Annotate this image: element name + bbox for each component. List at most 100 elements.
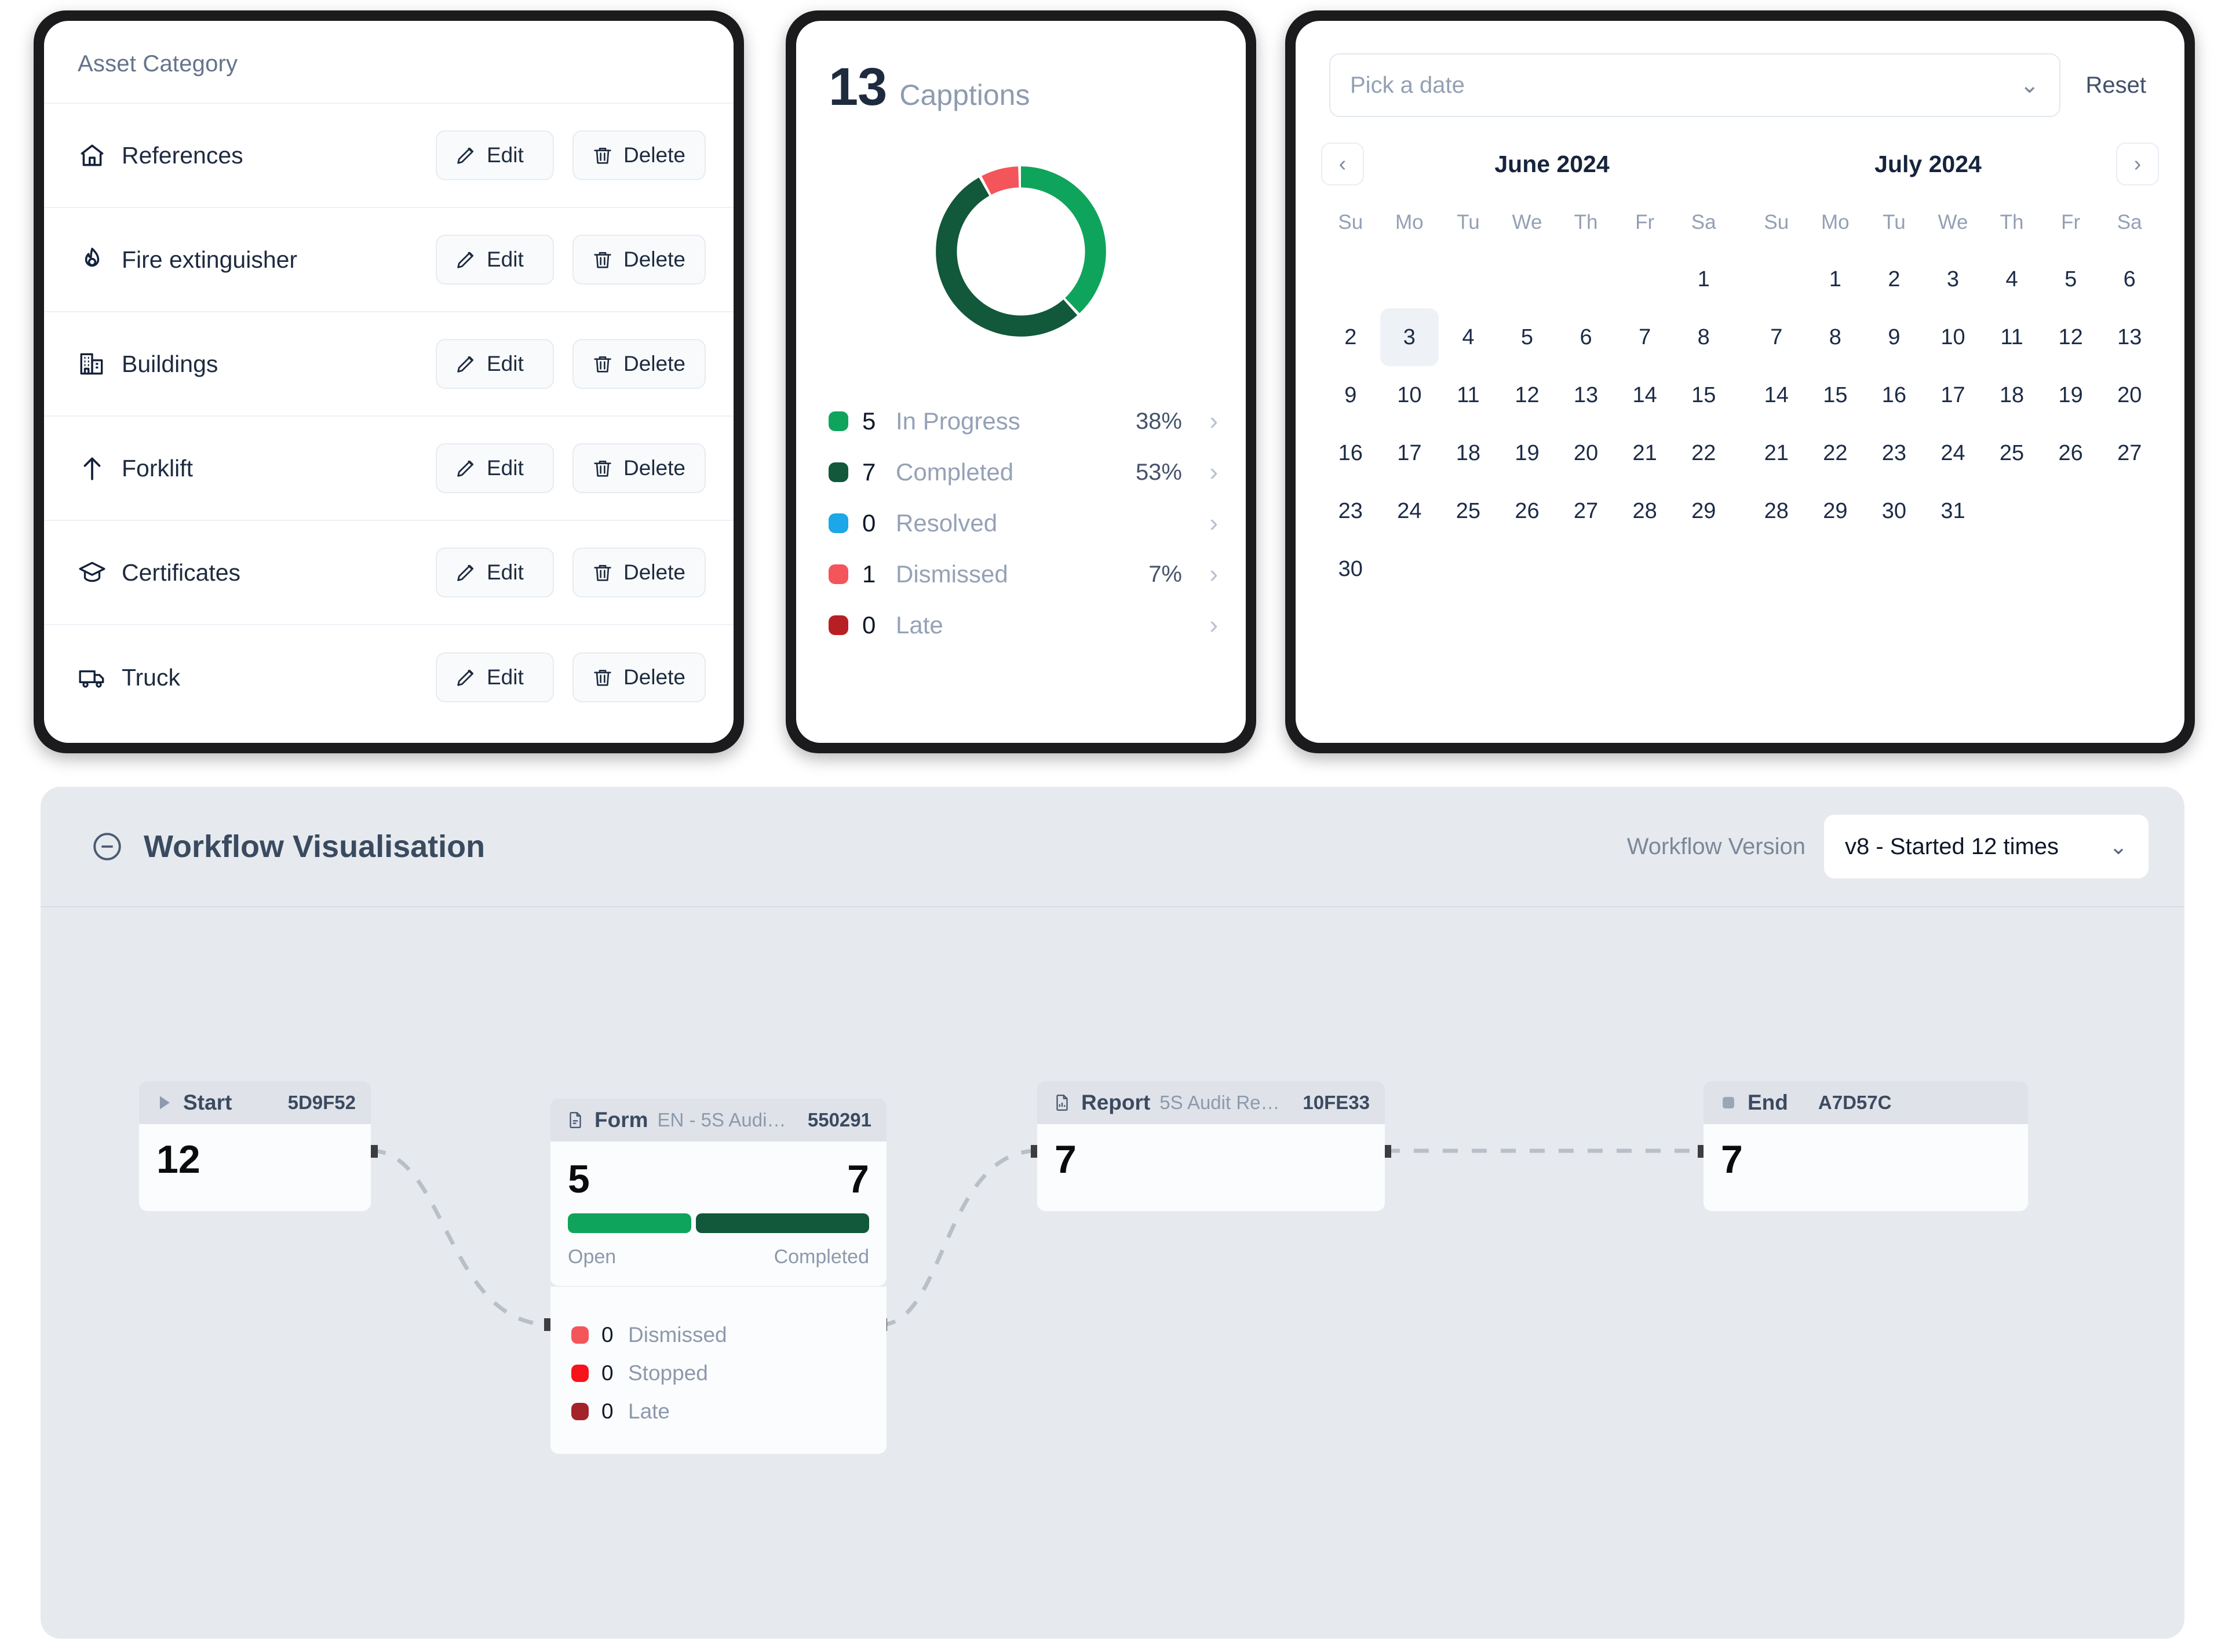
day-cell[interactable]: 15 [1674, 366, 1733, 424]
day-cell[interactable]: 6 [1556, 308, 1615, 366]
day-cell[interactable]: 10 [1380, 366, 1439, 424]
day-cell[interactable]: 23 [1321, 482, 1380, 540]
edit-button[interactable]: Edit [436, 339, 554, 389]
day-cell[interactable]: 10 [1924, 308, 1983, 366]
day-cell[interactable]: 21 [1747, 424, 1806, 482]
day-cell[interactable]: 30 [1321, 540, 1380, 598]
legend-row[interactable]: 0 Resolved › [829, 498, 1218, 549]
day-cell[interactable]: 5 [1498, 308, 1557, 366]
edit-button[interactable]: Edit [436, 652, 554, 702]
reset-button[interactable]: Reset [2081, 72, 2151, 99]
day-cell[interactable]: 31 [1924, 482, 1983, 540]
day-cell[interactable]: 29 [1806, 482, 1865, 540]
day-cell[interactable]: 11 [1439, 366, 1498, 424]
day-cell[interactable]: 12 [1498, 366, 1557, 424]
day-cell[interactable]: 4 [1439, 308, 1498, 366]
day-cell[interactable]: 25 [1439, 482, 1498, 540]
day-cell[interactable]: 15 [1806, 366, 1865, 424]
chevron-right-icon[interactable]: › [1182, 612, 1218, 638]
day-cell[interactable]: 29 [1674, 482, 1733, 540]
day-cell[interactable]: 3 [1924, 250, 1983, 308]
day-cell[interactable]: 12 [2041, 308, 2100, 366]
chevron-right-icon[interactable]: › [1182, 561, 1218, 587]
day-cell[interactable]: 8 [1674, 308, 1733, 366]
workflow-node-end[interactable]: End A7D57C 7 [1704, 1081, 2028, 1211]
delete-button[interactable]: Delete [572, 339, 706, 389]
workflow-node-start[interactable]: Start 5D9F52 12 [139, 1081, 371, 1211]
day-cell[interactable]: 1 [1674, 250, 1733, 308]
day-cell[interactable]: 7 [1615, 308, 1675, 366]
day-cell[interactable]: 17 [1924, 366, 1983, 424]
day-cell[interactable]: 21 [1615, 424, 1675, 482]
day-cell[interactable]: 18 [1982, 366, 2041, 424]
day-cell[interactable]: 4 [1982, 250, 2041, 308]
day-cell[interactable]: 9 [1865, 308, 1924, 366]
delete-button[interactable]: Delete [572, 443, 706, 493]
edit-button[interactable]: Edit [436, 130, 554, 180]
day-cell[interactable]: 22 [1806, 424, 1865, 482]
day-cell[interactable]: 8 [1806, 308, 1865, 366]
workflow-node-form[interactable]: Form EN - 5S Audit I Asses… 550291 5 7 O… [550, 1099, 887, 1454]
delete-button[interactable]: Delete [572, 652, 706, 702]
day-cell[interactable]: 1 [1806, 250, 1865, 308]
day-cell[interactable]: 14 [1747, 366, 1806, 424]
asset-row: Forklift Edit Delete [44, 417, 734, 521]
day-cell[interactable]: 22 [1674, 424, 1733, 482]
legend-row[interactable]: 7 Completed 53% › [829, 447, 1218, 498]
day-cell[interactable]: 23 [1865, 424, 1924, 482]
day-cell[interactable]: 24 [1924, 424, 1983, 482]
day-cell[interactable]: 28 [1747, 482, 1806, 540]
day-cell[interactable]: 13 [1556, 366, 1615, 424]
day-cell[interactable]: 6 [2100, 250, 2159, 308]
day-cell[interactable]: 16 [1865, 366, 1924, 424]
day-cell[interactable]: 26 [2041, 424, 2100, 482]
chevron-right-icon[interactable]: › [1182, 409, 1218, 434]
day-cell[interactable]: 17 [1380, 424, 1439, 482]
edit-button[interactable]: Edit [436, 235, 554, 285]
day-cell[interactable]: 14 [1615, 366, 1675, 424]
day-cell[interactable]: 20 [2100, 366, 2159, 424]
day-cell[interactable]: 25 [1982, 424, 2041, 482]
legend-row[interactable]: 0 Late › [829, 600, 1218, 651]
next-month-button[interactable]: › [2116, 143, 2159, 185]
day-cell[interactable]: 26 [1498, 482, 1557, 540]
day-cell[interactable]: 11 [1982, 308, 2041, 366]
day-cell[interactable]: 28 [1615, 482, 1675, 540]
legend-percentage: 53% [1135, 459, 1182, 485]
day-cell-selected[interactable]: 3 [1380, 308, 1439, 366]
day-cell[interactable]: 5 [2041, 250, 2100, 308]
day-cell[interactable]: 2 [1865, 250, 1924, 308]
day-cell[interactable]: 19 [1498, 424, 1557, 482]
day-cell[interactable]: 30 [1865, 482, 1924, 540]
day-cell[interactable]: 19 [2041, 366, 2100, 424]
legend-label: Resolved [896, 509, 998, 537]
workflow-version-select[interactable]: v8 - Started 12 times ⌄ [1824, 815, 2149, 878]
day-cell[interactable]: 27 [1556, 482, 1615, 540]
day-cell[interactable]: 7 [1747, 308, 1806, 366]
legend-count: 7 [862, 458, 876, 486]
minus-circle-icon[interactable] [90, 830, 124, 863]
date-picker-input[interactable]: Pick a date ⌄ [1329, 53, 2060, 117]
chevron-right-icon[interactable]: › [1182, 460, 1218, 485]
workflow-canvas[interactable]: Start 5D9F52 12 Form EN - 5S Audit I 550… [41, 907, 2184, 1638]
day-cell[interactable]: 2 [1321, 308, 1380, 366]
day-cell[interactable]: 16 [1321, 424, 1380, 482]
document-icon [566, 1110, 585, 1130]
day-cell[interactable]: 20 [1556, 424, 1615, 482]
legend-row[interactable]: 1 Dismissed 7% › [829, 549, 1218, 600]
workflow-node-report[interactable]: Report 5S Audit Report 10FE33 7 [1037, 1081, 1385, 1211]
delete-button[interactable]: Delete [572, 548, 706, 597]
day-cell[interactable]: 24 [1380, 482, 1439, 540]
edit-button[interactable]: Edit [436, 548, 554, 597]
day-cell[interactable]: 18 [1439, 424, 1498, 482]
chevron-right-icon[interactable]: › [1182, 510, 1218, 536]
day-cell[interactable]: 27 [2100, 424, 2159, 482]
day-cell[interactable]: 13 [2100, 308, 2159, 366]
day-cell[interactable]: 9 [1321, 366, 1380, 424]
legend-row[interactable]: 5 In Progress 38% › [829, 396, 1218, 447]
delete-button[interactable]: Delete [572, 235, 706, 285]
delete-button[interactable]: Delete [572, 130, 706, 180]
workflow-version-value: v8 - Started 12 times [1845, 833, 2059, 859]
prev-month-button[interactable]: ‹ [1321, 143, 1364, 185]
edit-button[interactable]: Edit [436, 443, 554, 493]
